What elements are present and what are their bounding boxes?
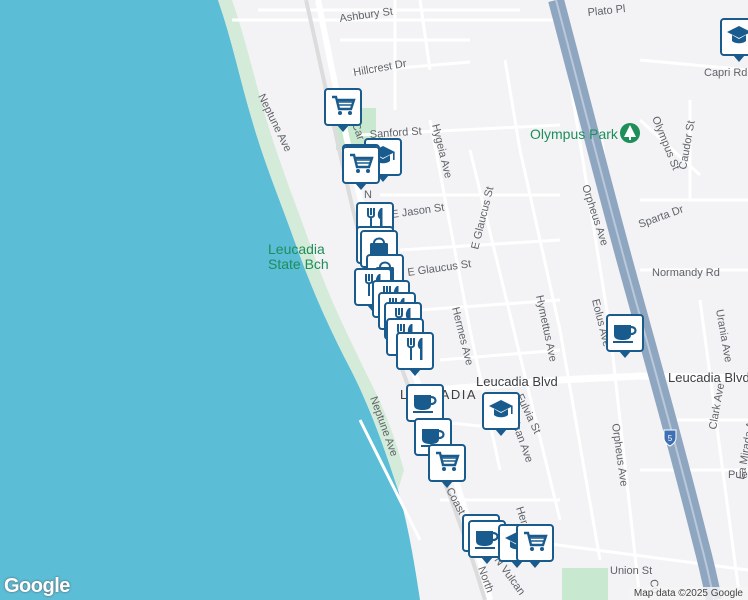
place-label-state-beach-line1: Leucadia [268, 241, 325, 257]
poi-marker[interactable] [428, 444, 466, 488]
coffee-icon [473, 523, 501, 556]
cart-icon [433, 447, 461, 480]
cart-icon [329, 91, 357, 124]
poi-marker[interactable] [516, 524, 554, 568]
street-label-union: Union St [610, 565, 652, 577]
poi-marker[interactable] [406, 384, 444, 428]
poi-marker[interactable] [606, 314, 644, 358]
street-label-n-partial: N [364, 189, 372, 201]
school-icon [487, 395, 515, 428]
restaurant-icon [401, 335, 429, 368]
school-icon [725, 21, 748, 54]
map-attribution[interactable]: Map data ©2025 Google [628, 587, 748, 600]
park-south [562, 568, 608, 600]
coffee-icon [411, 387, 439, 420]
google-logo: Google [4, 575, 70, 597]
street-label-leucadia-blvd-east: Leucadia Blvd [668, 370, 748, 385]
coffee-icon [611, 317, 639, 350]
street-label-normandy: Normandy Rd [652, 267, 720, 279]
cart-icon [347, 149, 375, 182]
poi-marker[interactable] [324, 88, 362, 132]
cart-icon [521, 527, 549, 560]
park-pin-icon[interactable] [620, 123, 640, 143]
poi-marker[interactable] [482, 392, 520, 436]
place-label-state-beach-line2: State Bch [268, 256, 329, 272]
place-label-olympus-park: Olympus Park [530, 126, 619, 142]
street-label-leucadia-blvd-west: Leucadia Blvd [476, 374, 558, 389]
poi-marker[interactable] [396, 332, 434, 376]
street-label-capri: Capri Rd [704, 67, 747, 79]
poi-marker[interactable] [720, 18, 748, 62]
interstate-shield-label: 5 [668, 434, 673, 443]
poi-marker[interactable] [342, 146, 380, 190]
